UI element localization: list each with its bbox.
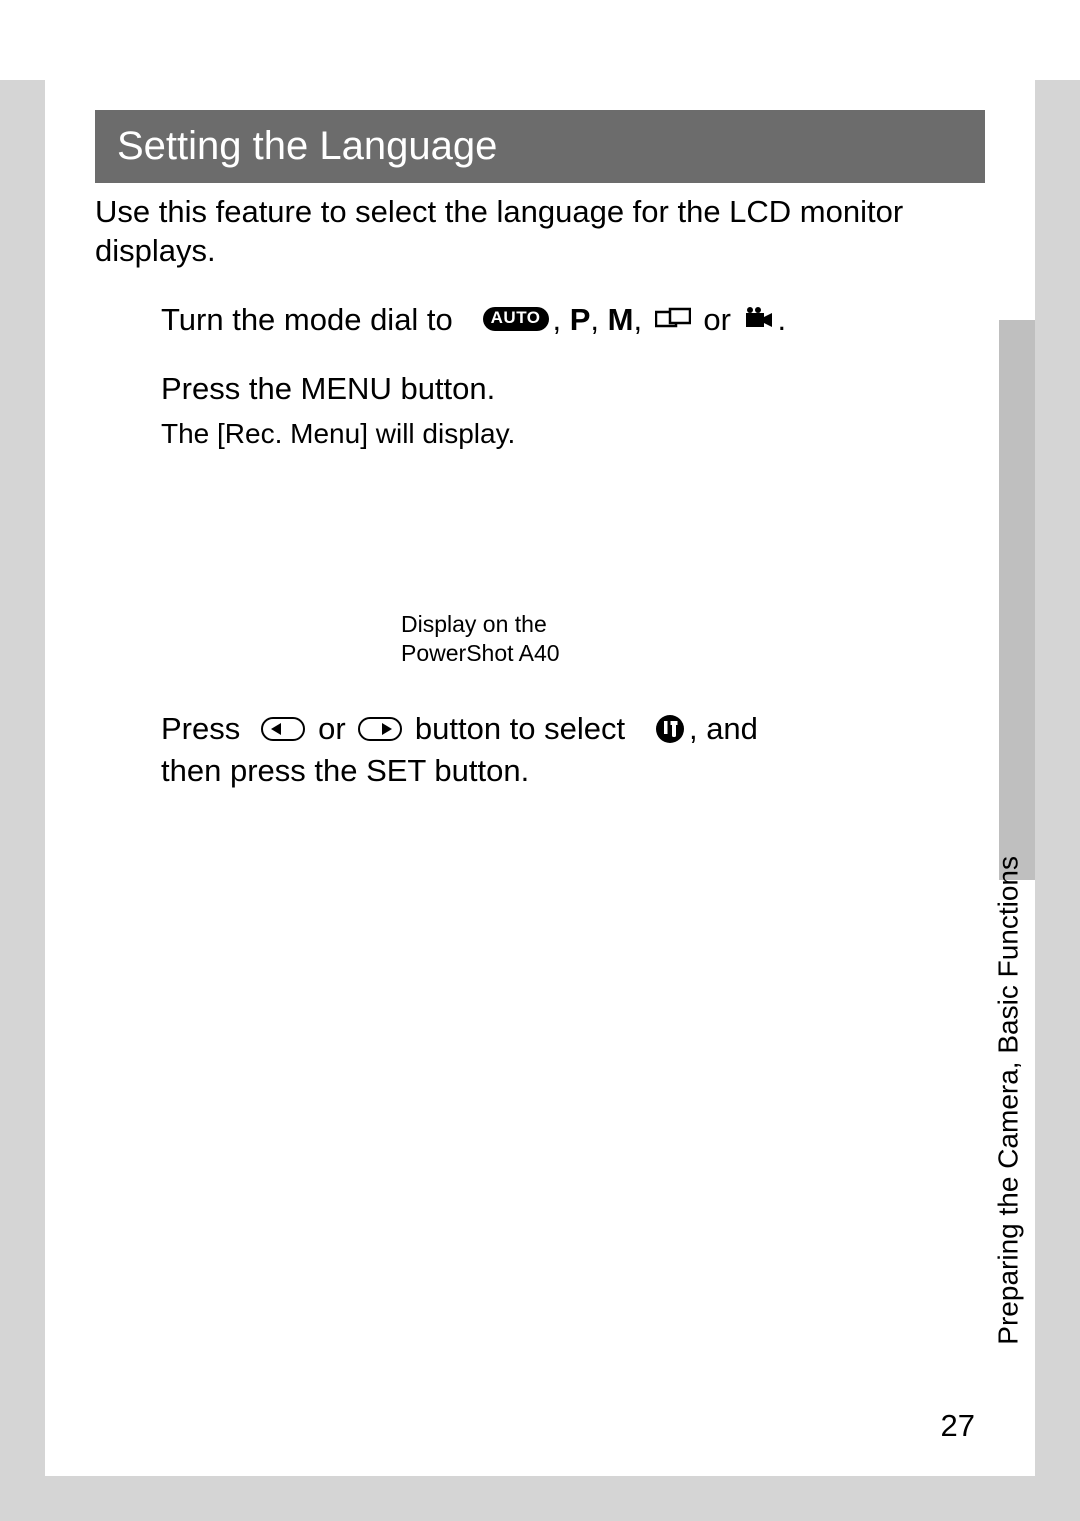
step1-prefix: Turn the mode dial to bbox=[161, 299, 479, 341]
step-3: Press or button to select bbox=[161, 708, 855, 792]
step-2-line: Press the MENU button. bbox=[161, 368, 855, 410]
stitch-assist-icon bbox=[655, 307, 691, 331]
step-1: Turn the mode dial to AUTO , P , M , or bbox=[161, 299, 855, 341]
section-heading: Setting the Language bbox=[95, 110, 985, 183]
side-section-label: Preparing the Camera, Basic Functions bbox=[993, 856, 1025, 1345]
auto-pill-label: AUTO bbox=[483, 307, 549, 331]
movie-mode-icon bbox=[744, 307, 774, 331]
manual-page: Setting the Language Use this feature to… bbox=[45, 80, 1035, 1476]
step3-t3: button to select bbox=[406, 708, 651, 750]
side-thumb-tab bbox=[999, 320, 1035, 880]
sep: , bbox=[553, 299, 570, 341]
step1-end: . bbox=[778, 299, 787, 341]
setup-menu-icon bbox=[655, 714, 685, 744]
sep: , bbox=[590, 299, 607, 341]
caption-line1: Display on the bbox=[401, 610, 855, 639]
step-2: Press the MENU button. The [Rec. Menu] w… bbox=[161, 368, 855, 450]
steps-block: Turn the mode dial to AUTO , P , M , or bbox=[161, 299, 855, 792]
right-arrow-button-icon bbox=[358, 717, 402, 741]
mode-p: P bbox=[570, 299, 591, 341]
step-1-line: Turn the mode dial to AUTO , P , M , or bbox=[161, 299, 855, 341]
step3-t4: , and bbox=[689, 708, 758, 750]
step3-t1: Press bbox=[161, 708, 257, 750]
mode-m: M bbox=[608, 299, 634, 341]
intro-text: Use this feature to select the language … bbox=[95, 193, 985, 271]
page-number: 27 bbox=[941, 1408, 975, 1444]
auto-mode-icon: AUTO bbox=[483, 307, 549, 331]
display-caption: Display on the PowerShot A40 bbox=[401, 610, 855, 668]
step-3-line: Press or button to select bbox=[161, 708, 855, 750]
sep: , bbox=[633, 299, 650, 341]
left-arrow-button-icon bbox=[261, 717, 305, 741]
step3-t2: or bbox=[309, 708, 354, 750]
caption-line2: PowerShot A40 bbox=[401, 639, 855, 668]
top-white-bar bbox=[0, 0, 1080, 80]
step-2-sub: The [Rec. Menu] will display. bbox=[161, 418, 855, 450]
or-text: or bbox=[695, 299, 740, 341]
step-3-line-2: then press the SET button. bbox=[161, 750, 855, 792]
step2-text: Press the MENU button. bbox=[161, 368, 495, 410]
step3-t5: then press the SET button. bbox=[161, 750, 529, 792]
